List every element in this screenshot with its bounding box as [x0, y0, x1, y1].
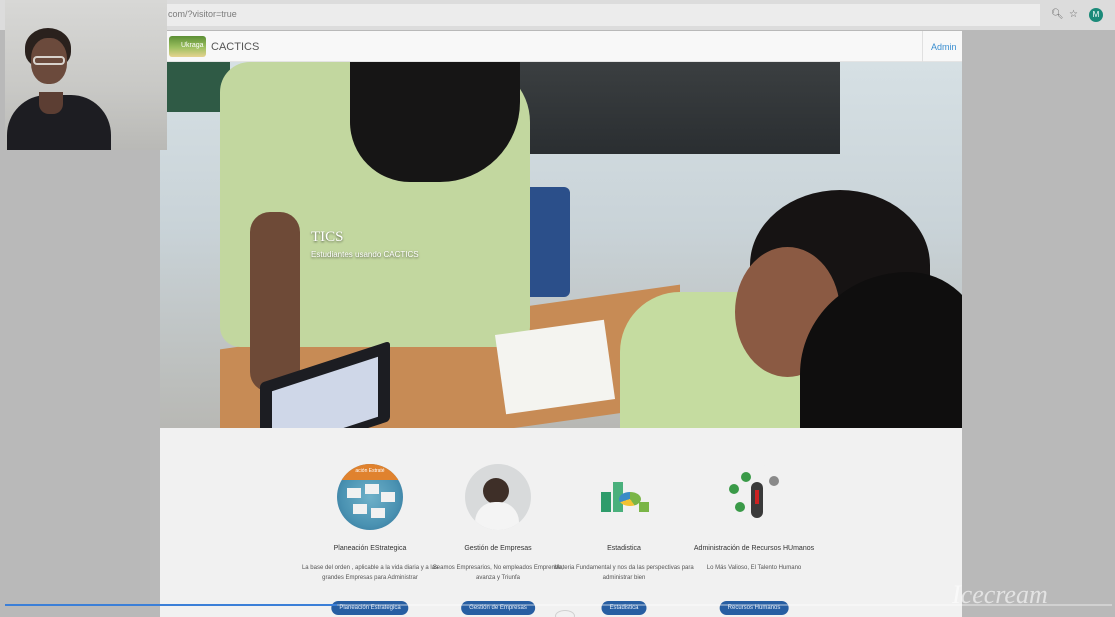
website: Ukraga CACTICS Admin TICS Estudiantes us…	[160, 31, 962, 617]
human-resources-image	[721, 464, 787, 530]
navbar-divider	[922, 31, 923, 62]
site-brand[interactable]: CACTICS	[211, 41, 259, 53]
feature-title: Estadistica	[607, 545, 641, 552]
planning-image-banner: ación Estraté	[337, 464, 403, 480]
feature-planeacion: ación Estraté Planeación EStrategica La …	[300, 464, 440, 615]
feature-description: Seamos Empresarios, No empleados Emprend…	[432, 565, 564, 581]
address-bar[interactable]	[160, 4, 1040, 26]
browser-toolbar: com/?visitor=true 🔍︎ ☆ M	[0, 0, 1115, 30]
feature-title: Administración de Recursos HUmanos	[693, 545, 815, 552]
site-navbar: Ukraga CACTICS Admin	[160, 31, 962, 62]
site-logo[interactable]: Ukraga	[169, 36, 206, 57]
star-icon[interactable]: ☆	[1069, 10, 1078, 20]
video-progress-fill	[5, 604, 338, 606]
feature-description: Lo Más Valioso, El Talento Humano	[706, 565, 802, 571]
feature-title: Gestión de Empresas	[464, 545, 532, 552]
hero-subtitle: Estudiantes usando CACTICS	[311, 250, 419, 259]
profile-avatar[interactable]: M	[1089, 8, 1103, 22]
hero-carousel: TICS Estudiantes usando CACTICS	[160, 62, 962, 428]
hero-photo-student-arm	[250, 212, 300, 392]
feature-estadistica: Estadistica Materia Fundamental y nos da…	[554, 464, 694, 615]
hero-title: TICS	[311, 229, 344, 245]
features-section: ación Estraté Planeación EStrategica La …	[160, 428, 962, 617]
admin-link[interactable]: Admin	[931, 42, 957, 52]
planning-image: ación Estraté	[337, 464, 403, 530]
address-url[interactable]: com/?visitor=true	[168, 9, 237, 19]
play-control-icon[interactable]	[555, 610, 575, 617]
feature-description: La base del orden , aplicable a la vida …	[301, 565, 439, 581]
recorder-watermark: Icecream	[952, 580, 1048, 609]
feature-recursos-humanos: Administración de Recursos HUmanos Lo Má…	[684, 464, 824, 615]
webcam-presenter-neck	[39, 92, 63, 114]
zoom-icon[interactable]: 🔍︎	[1051, 10, 1064, 20]
logo-text: Ukraga	[181, 42, 204, 49]
webcam-overlay	[5, 0, 167, 150]
feature-title: Planeación EStrategica	[333, 545, 407, 552]
feature-description: Materia Fundamental y nos da las perspec…	[554, 565, 694, 581]
feature-gestion: Gestión de Empresas Seamos Empresarios, …	[428, 464, 568, 615]
hero-photo-paper	[494, 319, 616, 415]
video-progress-bar[interactable]	[5, 604, 1112, 606]
statistics-image	[591, 464, 657, 530]
webcam-presenter-glasses	[33, 56, 65, 65]
hero-caption: TICS Estudiantes usando CACTICS	[311, 229, 419, 259]
hero-photo-window	[520, 62, 840, 154]
business-image	[465, 464, 531, 530]
